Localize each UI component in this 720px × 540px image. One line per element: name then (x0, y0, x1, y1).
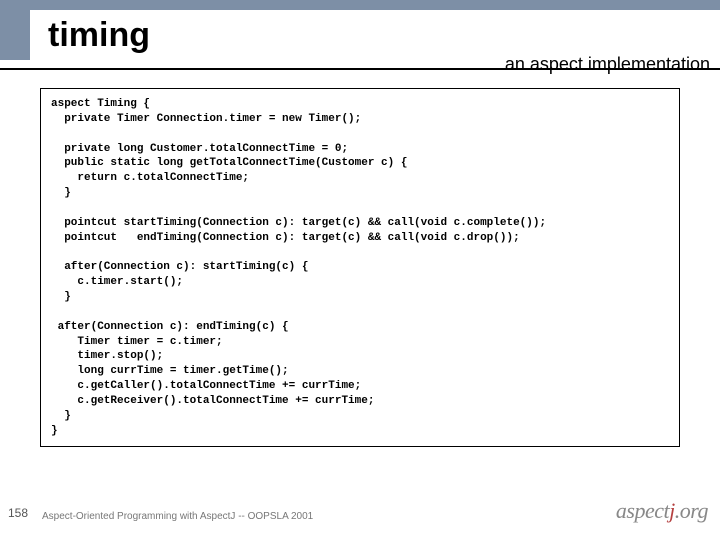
footer-text: Aspect-Oriented Programming with AspectJ… (42, 511, 313, 522)
slide-title: timing (30, 16, 150, 55)
header-main-row: timing (0, 10, 720, 60)
header-accent-block (0, 10, 30, 60)
slide-footer: 158 Aspect-Oriented Programming with Asp… (0, 500, 720, 530)
slide-header: timing an aspect implementation (0, 0, 720, 70)
page-number: 158 (8, 506, 28, 520)
code-block: aspect Timing { private Timer Connection… (40, 88, 680, 447)
header-accent-bar (0, 0, 720, 10)
logo-aspect-text: aspect (616, 498, 669, 523)
logo-org-text: .org (675, 498, 708, 523)
aspectj-logo: aspectj.org (616, 498, 708, 524)
slide-subtitle: an aspect implementation (505, 54, 710, 75)
